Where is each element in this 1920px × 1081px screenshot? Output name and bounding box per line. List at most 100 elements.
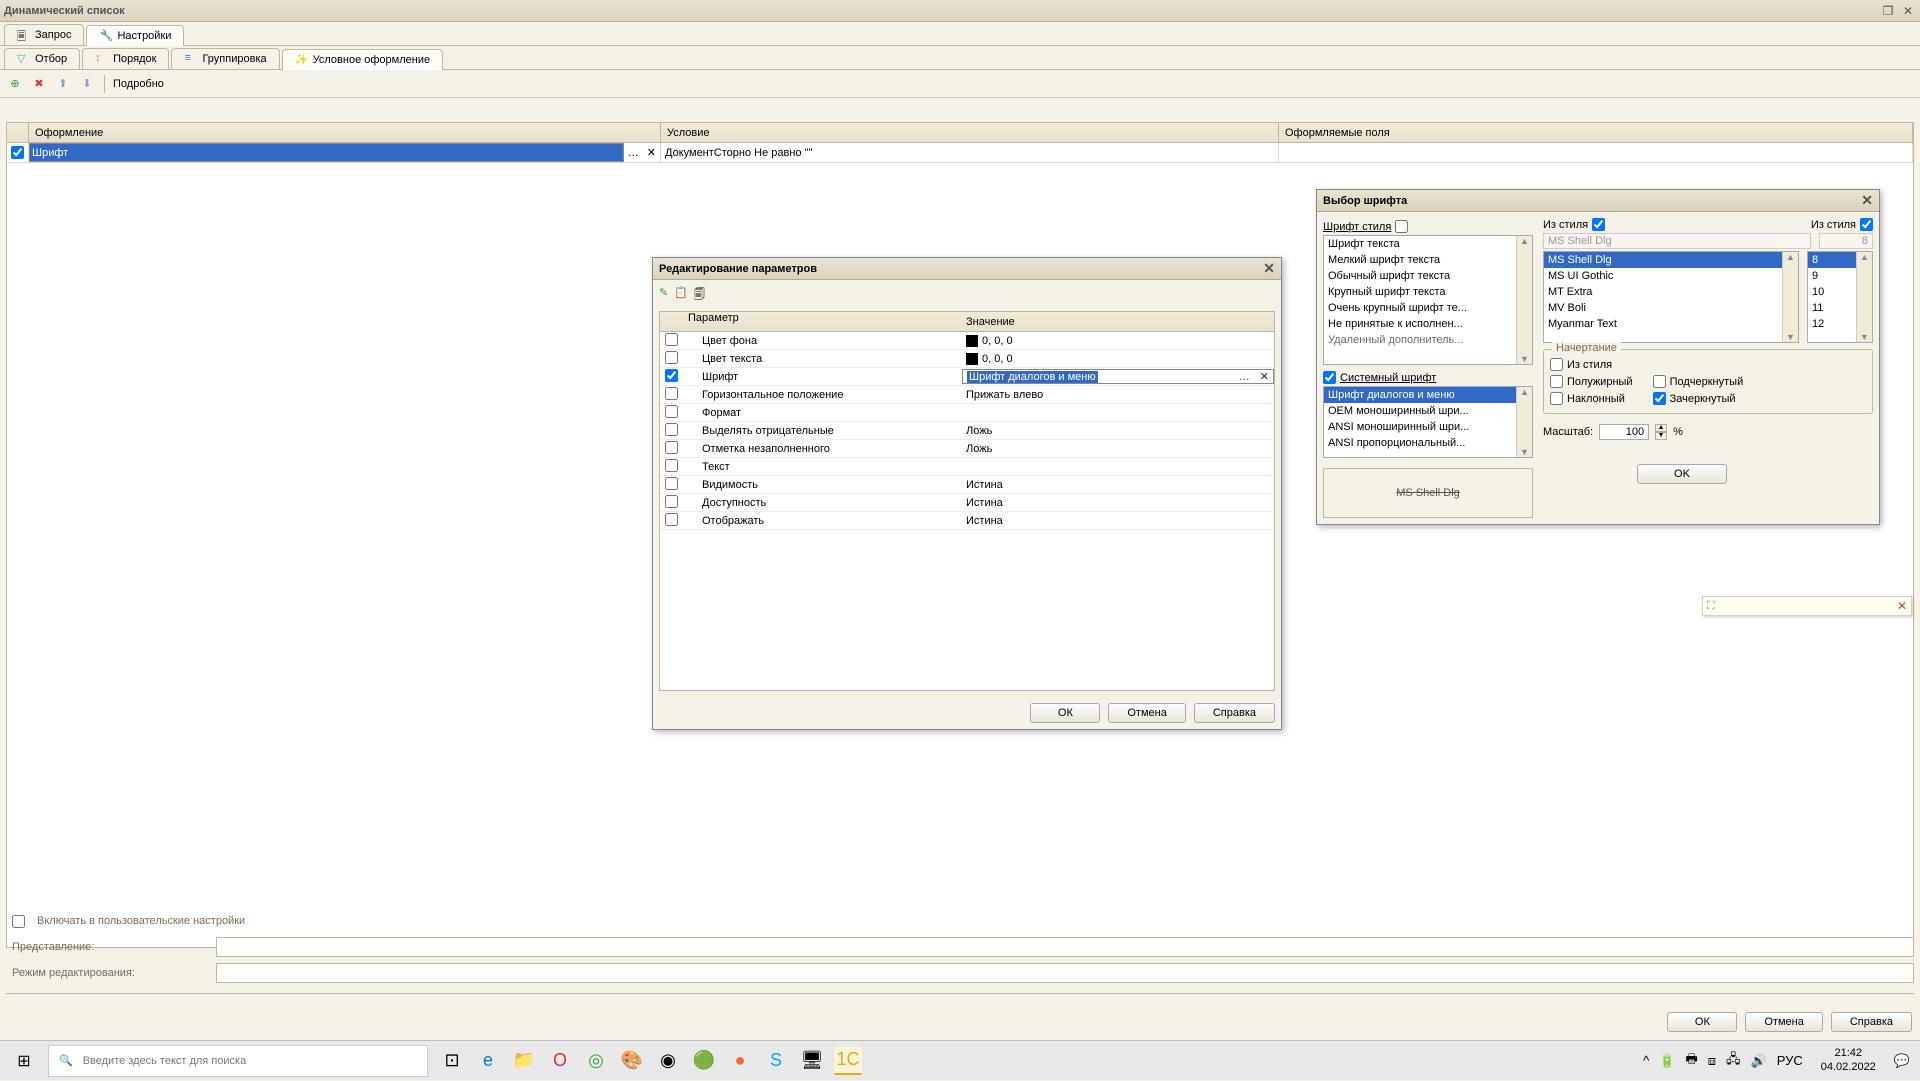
chrome-icon[interactable]: ◉ [654,1047,682,1075]
list-item[interactable]: Очень крупный шрифт те... [1324,300,1532,316]
param-checkbox[interactable] [665,333,678,346]
toolbar-details[interactable]: Подробно [113,78,164,90]
close-icon[interactable]: ✕ [1900,3,1916,19]
param-row-bg[interactable]: Цвет фона0, 0, 0 [660,332,1274,350]
list-item[interactable]: Myanmar Text [1544,316,1798,332]
list-item[interactable]: MT Extra [1544,284,1798,300]
scroll-up-icon[interactable]: ▲ [1517,236,1532,246]
app2-icon[interactable]: 🟢 [690,1047,718,1075]
scroll-up-icon[interactable]: ▲ [1857,252,1872,262]
help-button[interactable]: Справка [1831,1012,1912,1032]
param-checkbox[interactable] [665,513,678,526]
param-checkbox[interactable] [665,387,678,400]
list-item[interactable]: ANSI пропорциональный... [1324,435,1532,451]
param-checkbox[interactable] [665,441,678,454]
list-item[interactable]: OEM моноширинный шри... [1324,403,1532,419]
tab-order[interactable]: ↕Порядок [82,48,169,69]
tray-chevron-icon[interactable]: ^ [1643,1053,1649,1068]
param-checkbox[interactable] [665,477,678,490]
strike-checkbox[interactable] [1653,392,1666,405]
param-checkbox[interactable] [665,495,678,508]
skype-icon[interactable]: S [762,1047,790,1075]
ok-button[interactable]: ОК [1667,1012,1737,1032]
list-item[interactable]: Мелкий шрифт текста [1324,252,1532,268]
close-icon[interactable]: ✕ [1861,192,1873,209]
param-row-format[interactable]: Формат [660,404,1274,422]
edit-mode-input[interactable] [216,963,1914,983]
grid-header-condition[interactable]: Условие [661,123,1279,142]
task-view-icon[interactable]: ⊡ [438,1047,466,1075]
restore-icon[interactable]: ❐ [1880,3,1896,19]
from-style-checkbox[interactable] [1592,218,1605,231]
bold-checkbox[interactable] [1550,375,1563,388]
scroll-down-icon[interactable]: ▼ [1783,332,1798,342]
list-item[interactable]: Не принятые к исполнен... [1324,316,1532,332]
list-icon[interactable]: 🗐 [694,286,705,305]
add-icon[interactable]: ⊕ [6,75,24,93]
spin-up-icon[interactable]: ▲ [1655,424,1667,432]
style-list[interactable]: Шрифт текста Мелкий шрифт текста Обычный… [1323,235,1533,365]
scroll-down-icon[interactable]: ▼ [1857,332,1872,342]
list-item[interactable]: Шрифт текста [1324,236,1532,252]
system-list[interactable]: Шрифт диалогов и меню OEM моноширинный ш… [1323,386,1533,458]
system-font-checkbox[interactable] [1323,371,1336,384]
start-button[interactable]: ⊞ [0,1041,48,1081]
cancel-button[interactable]: Отмена [1108,703,1185,723]
font-dialog-title[interactable]: Выбор шрифта ✕ [1317,190,1879,212]
clear-button[interactable]: ✕ [643,146,660,159]
tab-settings[interactable]: 🔧Настройки [86,25,184,46]
clock[interactable]: 21:42 04.02.2022 [1813,1047,1884,1073]
delete-icon[interactable]: ✖ [30,75,48,93]
list-item[interactable]: Крупный шрифт текста [1324,284,1532,300]
paint-icon[interactable]: 🎨 [618,1047,646,1075]
list-item[interactable]: MS Shell Dlg [1544,252,1798,268]
list-item[interactable]: MS UI Gothic [1544,268,1798,284]
param-checkbox[interactable] [665,423,678,436]
param-row-font[interactable]: ШрифтШрифт диалогов и меню…✕ [660,368,1274,386]
grid-row[interactable]: … ✕ ДокументСторно Не равно "" [7,143,1913,163]
scroll-down-icon[interactable]: ▼ [1517,447,1532,457]
tab-conditional[interactable]: ✨Условное оформление [282,49,443,70]
list-item[interactable]: Удаленный дополнитель... [1324,332,1532,348]
scroll-down-icon[interactable]: ▼ [1517,354,1532,364]
param-checkbox[interactable] [665,351,678,364]
scroll-up-icon[interactable]: ▲ [1783,252,1798,262]
app-icon[interactable]: ◎ [582,1047,610,1075]
list-item[interactable]: ANSI моноширинный шри... [1324,419,1532,435]
param-row-text[interactable]: Текст [660,458,1274,476]
style-font-checkbox[interactable] [1395,220,1408,233]
param-checkbox[interactable] [665,369,678,382]
1c-icon[interactable]: 1С [834,1047,862,1075]
clear-button[interactable]: ✕ [1256,370,1273,383]
edge-icon[interactable]: e [474,1047,502,1075]
edit-icon[interactable]: ✎ [659,286,668,305]
param-row-vis[interactable]: ВидимостьИстина [660,476,1274,494]
size-from-style-checkbox[interactable] [1860,218,1873,231]
param-row-hpos[interactable]: Горизонтальное положениеПрижать влево [660,386,1274,404]
help-button[interactable]: Справка [1194,703,1275,723]
param-row-show[interactable]: ОтображатьИстина [660,512,1274,530]
down-icon[interactable]: ⬇ [78,75,96,93]
opera-icon[interactable]: O [546,1047,574,1075]
close-icon[interactable]: ✕ [1897,599,1907,613]
font-list[interactable]: MS Shell Dlg MS UI Gothic MT Extra MV Bo… [1543,251,1799,343]
include-user-checkbox[interactable] [12,915,25,928]
param-row-fg[interactable]: Цвет текста0, 0, 0 [660,350,1274,368]
ellipsis-button[interactable]: … [624,147,643,159]
param-row-access[interactable]: ДоступностьИстина [660,494,1274,512]
list-item[interactable]: Обычный шрифт текста [1324,268,1532,284]
app3-icon[interactable]: ● [726,1047,754,1075]
presentation-input[interactable] [216,937,1914,957]
param-dialog-title[interactable]: Редактирование параметров ✕ [653,258,1281,280]
tab-query[interactable]: 🗏Запрос [4,24,84,45]
param-row-unfilled[interactable]: Отметка незаполненногоЛожь [660,440,1274,458]
tab-group[interactable]: ≡Группировка [171,48,279,69]
search-box[interactable]: 🔍 Введите здесь текст для поиска [48,1045,428,1077]
italic-checkbox[interactable] [1550,392,1563,405]
grid-header-fields[interactable]: Оформляемые поля [1279,123,1913,142]
ellipsis-button[interactable]: … [1237,371,1252,383]
appearance-edit-input[interactable] [29,143,624,162]
param-checkbox[interactable] [665,405,678,418]
cancel-button[interactable]: Отмена [1745,1012,1822,1032]
underline-checkbox[interactable] [1653,375,1666,388]
